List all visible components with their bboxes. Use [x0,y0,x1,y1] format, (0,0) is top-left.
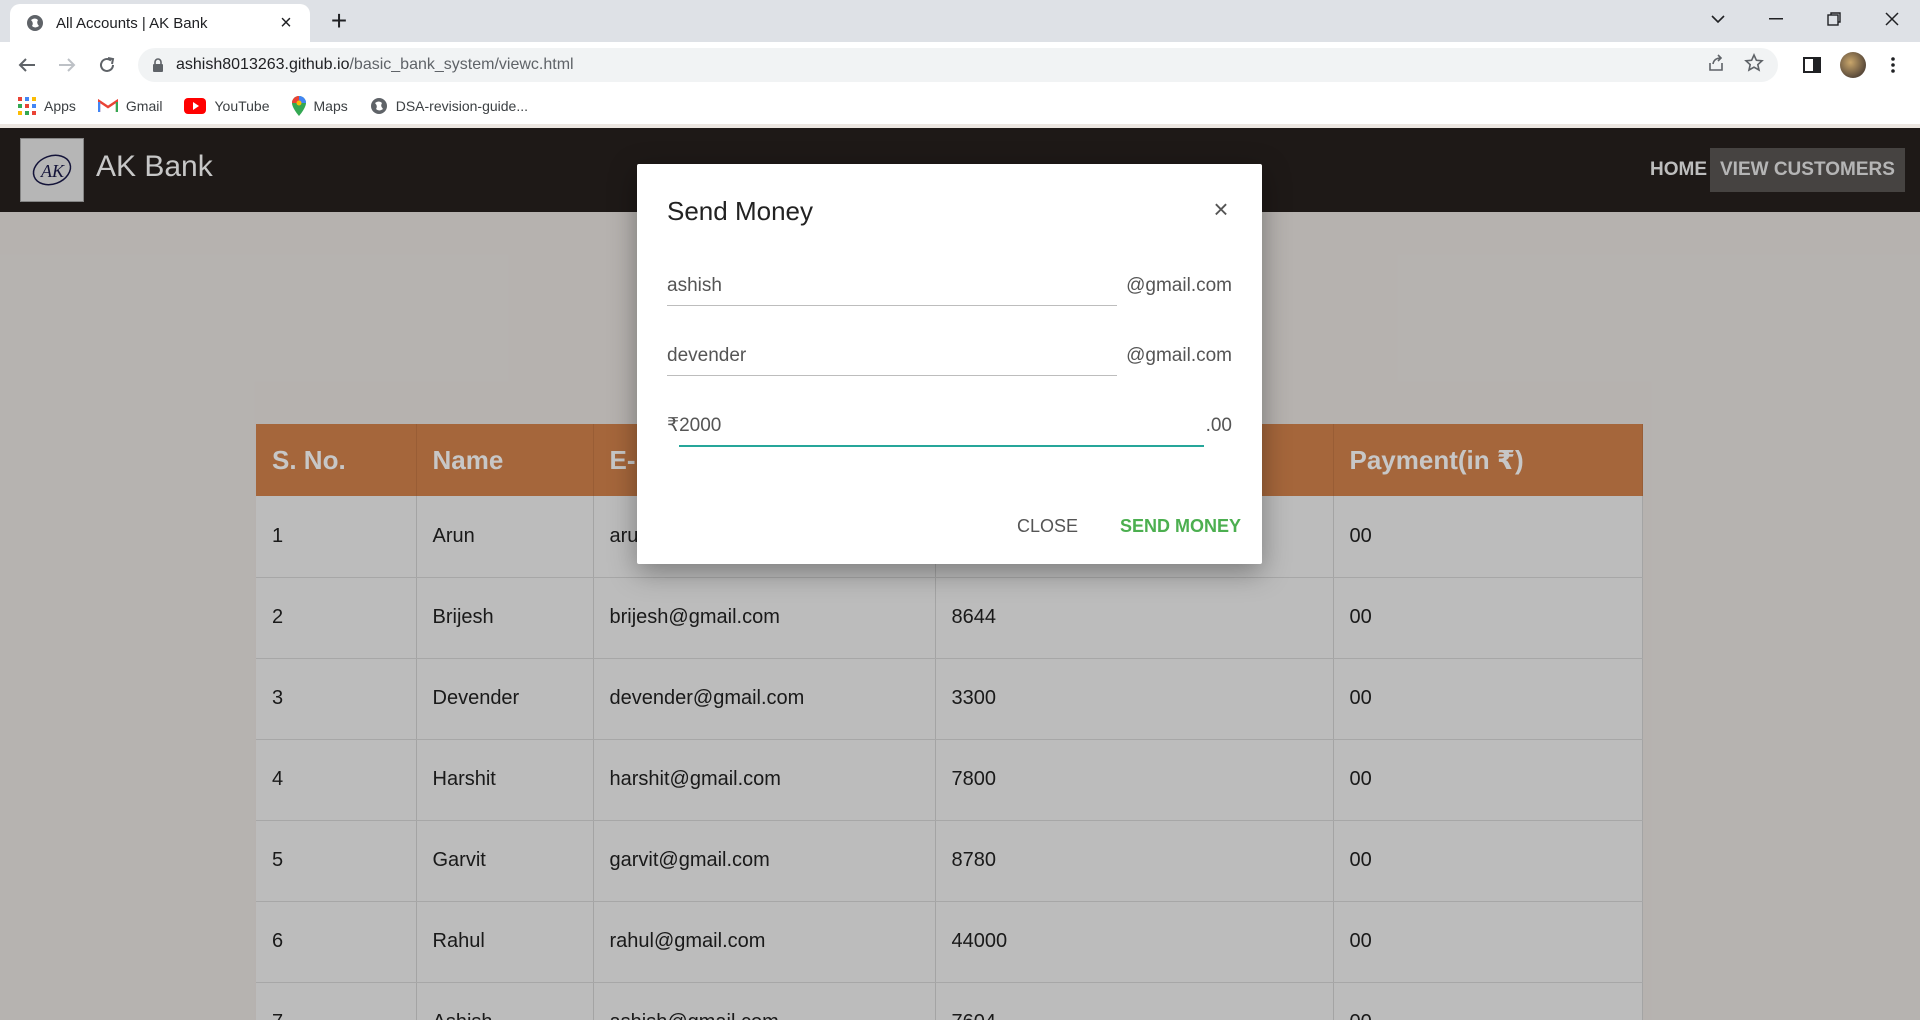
youtube-icon [184,98,207,114]
amount-focus-underline [679,445,1204,447]
tab-close-icon[interactable]: × [274,11,298,35]
window-close-icon[interactable] [1864,0,1920,38]
amount-suffix: .00 [1205,415,1232,436]
restore-icon[interactable] [1806,0,1862,38]
bookmarks-bar: Apps Gmail YouTube Maps DSA-revision-gui… [0,88,1920,124]
amount-field: ₹2000 .00 [667,396,1232,448]
amount-input[interactable]: ₹2000 [667,410,1207,446]
globe-icon [27,15,43,31]
lock-icon [153,58,163,72]
receiver-input[interactable]: devender [667,340,1117,376]
menu-kebab-icon[interactable] [1878,50,1908,80]
bookmark-dsa-guide[interactable]: DSA-revision-guide... [370,97,528,115]
bookmark-maps[interactable]: Maps [291,96,348,116]
browser-tab[interactable]: All Accounts | AK Bank × [10,4,310,42]
receiver-suffix: @gmail.com [1126,345,1232,366]
bookmark-youtube[interactable]: YouTube [184,98,270,114]
browser-tab-bar: All Accounts | AK Bank × + [0,0,1920,42]
minimize-icon[interactable] [1748,0,1804,38]
maps-pin-icon [291,96,306,116]
profile-avatar[interactable] [1838,50,1868,80]
send-money-button[interactable]: SEND MONEY [1120,516,1241,537]
reload-icon[interactable] [92,50,122,80]
side-panel-icon[interactable] [1797,50,1827,80]
browser-toolbar: ashish8013263.github.io/basic_bank_syste… [0,42,1920,88]
gmail-icon [97,99,118,112]
globe-icon [370,98,387,114]
bookmark-apps[interactable]: Apps [18,97,76,115]
forward-icon[interactable] [52,50,82,80]
share-icon[interactable] [1706,53,1726,73]
modal-close-icon[interactable]: × [1208,196,1234,222]
close-button[interactable]: CLOSE [1017,516,1078,537]
bookmark-gmail[interactable]: Gmail [97,98,162,114]
sender-suffix: @gmail.com [1126,275,1232,296]
receiver-email-field: devender @gmail.com [667,326,1232,378]
apps-grid-icon [18,97,36,115]
new-tab-icon[interactable]: + [324,6,354,36]
send-money-modal: Send Money × ashish @gmail.com devender … [637,164,1262,564]
address-bar[interactable]: ashish8013263.github.io/basic_bank_syste… [138,48,1778,82]
tab-title: All Accounts | AK Bank [56,14,208,32]
url-text: ashish8013263.github.io/basic_bank_syste… [176,56,574,73]
bookmark-star-icon[interactable] [1744,53,1764,73]
back-icon[interactable] [12,50,42,80]
modal-title: Send Money [667,196,813,226]
sender-input[interactable]: ashish [667,270,1117,306]
sender-email-field: ashish @gmail.com [667,256,1232,308]
tab-search-icon[interactable] [1690,0,1746,38]
